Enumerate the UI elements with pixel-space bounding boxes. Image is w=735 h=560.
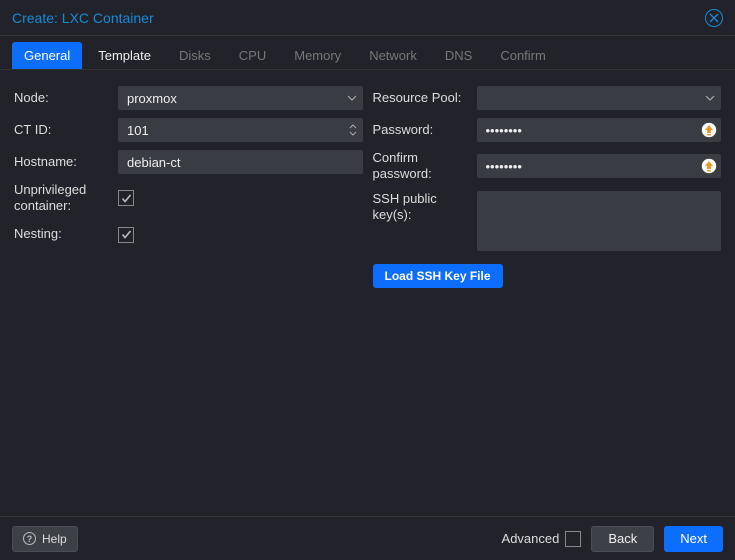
ctid-row: CT ID:	[14, 118, 363, 142]
right-column: Resource Pool: Password: C	[373, 86, 722, 506]
next-button[interactable]: Next	[664, 526, 723, 552]
password-input[interactable]	[477, 118, 722, 142]
nesting-checkbox[interactable]	[118, 227, 134, 243]
nesting-label: Nesting:	[14, 226, 118, 242]
confirm-password-input[interactable]	[477, 154, 722, 178]
caps-lock-icon	[701, 122, 717, 138]
node-label: Node:	[14, 90, 118, 106]
close-icon[interactable]	[705, 9, 723, 27]
advanced-label: Advanced	[502, 531, 560, 546]
hostname-row: Hostname:	[14, 150, 363, 174]
tab-bar: GeneralTemplateDisksCPUMemoryNetworkDNSC…	[0, 36, 735, 70]
password-row: Password:	[373, 118, 722, 142]
node-row: Node:	[14, 86, 363, 110]
titlebar: Create: LXC Container	[0, 0, 735, 36]
unprivileged-row: Unprivileged container:	[14, 182, 363, 215]
resource-pool-row: Resource Pool:	[373, 86, 722, 110]
resource-pool-label: Resource Pool:	[373, 90, 477, 106]
help-icon: ?	[23, 532, 36, 545]
load-ssh-key-button[interactable]: Load SSH Key File	[373, 264, 503, 288]
tab-dns: DNS	[433, 42, 484, 69]
help-label: Help	[42, 532, 67, 546]
nesting-row: Nesting:	[14, 223, 363, 247]
ctid-label: CT ID:	[14, 122, 118, 138]
unprivileged-label: Unprivileged container:	[14, 182, 118, 215]
form-body: Node: CT ID: Hostname:	[0, 70, 735, 516]
left-column: Node: CT ID: Hostname:	[14, 86, 363, 506]
ctid-input[interactable]	[118, 118, 363, 142]
dialog-title: Create: LXC Container	[12, 10, 154, 26]
create-lxc-dialog: Create: LXC Container GeneralTemplateDis…	[0, 0, 735, 560]
tab-template[interactable]: Template	[86, 42, 163, 69]
ssh-key-row: SSH public key(s):	[373, 191, 722, 254]
caps-lock-icon	[701, 158, 717, 174]
back-button[interactable]: Back	[591, 526, 654, 552]
password-label: Password:	[373, 122, 477, 138]
ssh-key-label: SSH public key(s):	[373, 191, 477, 224]
confirm-password-row: Confirm password:	[373, 150, 722, 183]
hostname-label: Hostname:	[14, 154, 118, 170]
help-button[interactable]: ? Help	[12, 526, 78, 552]
tab-network: Network	[357, 42, 429, 69]
tab-memory: Memory	[282, 42, 353, 69]
resource-pool-select[interactable]	[477, 86, 722, 110]
tab-cpu: CPU	[227, 42, 278, 69]
tab-general[interactable]: General	[12, 42, 82, 69]
ssh-key-textarea[interactable]	[477, 191, 722, 251]
advanced-toggle[interactable]: Advanced	[502, 531, 582, 547]
advanced-checkbox[interactable]	[565, 531, 581, 547]
footer: ? Help Advanced Back Next	[0, 516, 735, 560]
tab-confirm: Confirm	[488, 42, 558, 69]
confirm-password-label: Confirm password:	[373, 150, 477, 183]
tab-disks: Disks	[167, 42, 223, 69]
node-select[interactable]	[118, 86, 363, 110]
hostname-input[interactable]	[118, 150, 363, 174]
unprivileged-checkbox[interactable]	[118, 190, 134, 206]
